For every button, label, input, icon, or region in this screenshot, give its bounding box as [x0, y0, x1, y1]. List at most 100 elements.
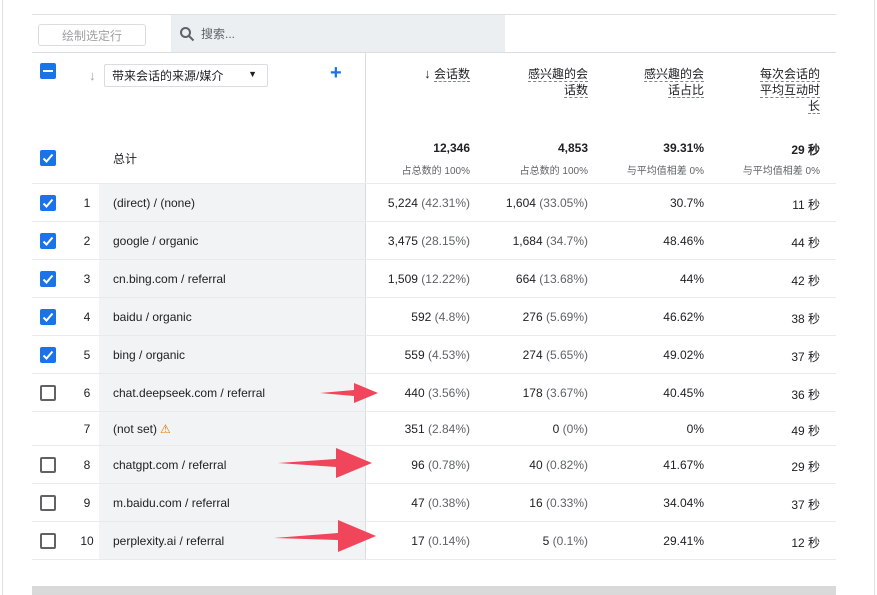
- row-sessions-value: 1,509: [387, 272, 418, 286]
- row-sessions: 5,224 (42.31%): [370, 196, 470, 210]
- sort-desc-icon: ↓: [424, 66, 431, 81]
- row-divider: [32, 183, 836, 184]
- row-sessions-value: 3,475: [387, 234, 418, 248]
- checkmark-icon: [42, 153, 54, 163]
- row-divider: [32, 335, 836, 336]
- row-index: 7: [83, 422, 91, 436]
- warning-icon[interactable]: ⚠: [160, 422, 171, 436]
- row-avg-time: 49 秒: [791, 424, 820, 438]
- annotation-arrow-icon: [320, 383, 378, 403]
- row-dimension[interactable]: perplexity.ai / referral: [113, 534, 224, 548]
- add-dimension-icon[interactable]: +: [330, 62, 342, 85]
- row-divider: [32, 559, 836, 560]
- total-engaged-sub: 占总数的 100%: [519, 166, 588, 177]
- row-engaged: 1,604 (33.05%): [478, 196, 588, 210]
- checkmark-icon: [42, 350, 54, 360]
- row-divider: [32, 259, 836, 260]
- row-sessions-value: 351: [404, 422, 425, 436]
- draw-selected-rows-button[interactable]: 绘制选定行: [38, 24, 146, 46]
- row-dimension[interactable]: baidu / organic: [113, 310, 192, 324]
- dimension-selector[interactable]: 带来会话的来源/媒介 ▼: [104, 64, 268, 87]
- header-avg-engagement-time[interactable]: 每次会话的 平均互动时 长: [728, 66, 820, 114]
- header-engagement-rate[interactable]: 感兴趣的会 话占比: [612, 66, 704, 98]
- row-sessions: 17 (0.14%): [370, 534, 470, 548]
- row-sessions-pct: (3.56%): [427, 386, 470, 400]
- row-engagement-rate: 40.45%: [663, 386, 704, 400]
- indeterminate-icon: [43, 70, 53, 72]
- annotation-arrow-icon: [278, 448, 372, 478]
- row-checkbox[interactable]: [40, 495, 56, 511]
- row-dimension-label: m.baidu.com / referral: [113, 496, 230, 510]
- row-checkbox[interactable]: [40, 347, 56, 363]
- row-checkbox[interactable]: [40, 309, 56, 325]
- row-sessions-pct: (42.31%): [421, 196, 470, 210]
- row-engaged: 5 (0.1%): [478, 534, 588, 548]
- row-engaged: 40 (0.82%): [478, 458, 588, 472]
- checkmark-icon: [42, 312, 54, 322]
- row-sessions: 1,509 (12.22%): [370, 272, 470, 286]
- row-engaged: 276 (5.69%): [478, 310, 588, 324]
- total-avg-time: 29 秒: [791, 143, 820, 157]
- header-engaged-sessions[interactable]: 感兴趣的会 话数: [496, 66, 588, 98]
- row-dimension-label: chatgpt.com / referral: [113, 458, 227, 472]
- header-sessions[interactable]: ↓ 会话数: [380, 66, 470, 82]
- row-engaged-value: 1,604: [505, 196, 536, 210]
- checkmark-icon: [42, 198, 54, 208]
- row-divider: [32, 373, 836, 374]
- total-rate-sub: 与平均值相差 0%: [626, 166, 704, 177]
- row-dimension[interactable]: chat.deepseek.com / referral: [113, 386, 265, 400]
- search-input[interactable]: [201, 27, 481, 41]
- row-avg-time: 29 秒: [791, 460, 820, 474]
- row-checkbox[interactable]: [40, 195, 56, 211]
- row-divider: [32, 221, 836, 222]
- row-engagement-rate: 29.41%: [663, 534, 704, 548]
- select-all-checkbox[interactable]: [40, 63, 56, 79]
- total-sessions-sub: 占总数的 100%: [401, 166, 470, 177]
- row-index: 8: [83, 458, 91, 472]
- row-checkbox[interactable]: [40, 233, 56, 249]
- checkmark-icon: [42, 274, 54, 284]
- row-engagement-rate: 49.02%: [663, 348, 704, 362]
- sort-arrow-icon[interactable]: ↓: [89, 68, 96, 83]
- row-dimension[interactable]: bing / organic: [113, 348, 185, 362]
- row-dimension-label: bing / organic: [113, 348, 186, 362]
- row-sessions-pct: (0.14%): [427, 534, 470, 548]
- row-dimension-label: google / organic: [113, 234, 199, 248]
- row-sessions-pct: (12.22%): [421, 272, 470, 286]
- row-checkbox[interactable]: [40, 457, 56, 473]
- row-engaged-pct: (5.65%): [545, 348, 588, 362]
- row-engaged: 274 (5.65%): [478, 348, 588, 362]
- row-checkbox[interactable]: [40, 271, 56, 287]
- row-dimension[interactable]: m.baidu.com / referral: [113, 496, 230, 510]
- row-index: 5: [83, 348, 91, 362]
- row-avg-time: 36 秒: [791, 388, 820, 402]
- header-engaged-line1: 感兴趣的会: [527, 67, 588, 82]
- row-sessions-pct: (28.15%): [421, 234, 470, 248]
- row-sessions: 559 (4.53%): [370, 348, 470, 362]
- row-engagement-rate: 44%: [679, 272, 704, 286]
- row-engaged-pct: (0.1%): [552, 534, 588, 548]
- horizontal-scrollbar[interactable]: [32, 586, 836, 595]
- header-divider: [32, 52, 836, 53]
- row-engaged-pct: (34.7%): [545, 234, 588, 248]
- row-dimension[interactable]: chatgpt.com / referral: [113, 458, 226, 472]
- row-dimension[interactable]: google / organic: [113, 234, 198, 248]
- total-engagement-rate: 39.31%: [663, 141, 704, 155]
- row-avg-time: 44 秒: [791, 236, 820, 250]
- row-sessions-value: 47: [411, 496, 425, 510]
- row-divider: [32, 297, 836, 298]
- row-engagement-rate: 30.7%: [669, 196, 704, 210]
- row-engaged-pct: (0%): [562, 422, 588, 436]
- row-dimension[interactable]: cn.bing.com / referral: [113, 272, 226, 286]
- row-dimension[interactable]: (not set) ⚠: [113, 422, 171, 436]
- totals-checkbox[interactable]: [40, 150, 56, 166]
- row-engagement-rate: 48.46%: [663, 234, 704, 248]
- row-checkbox[interactable]: [40, 385, 56, 401]
- header-rate-line2: 话占比: [667, 83, 704, 98]
- row-checkbox[interactable]: [40, 533, 56, 549]
- row-dimension-label: (not set): [113, 422, 158, 436]
- row-dimension[interactable]: (direct) / (none): [113, 196, 195, 210]
- row-sessions-pct: (2.84%): [427, 422, 470, 436]
- row-index: 9: [83, 496, 91, 510]
- search-box[interactable]: [171, 15, 505, 53]
